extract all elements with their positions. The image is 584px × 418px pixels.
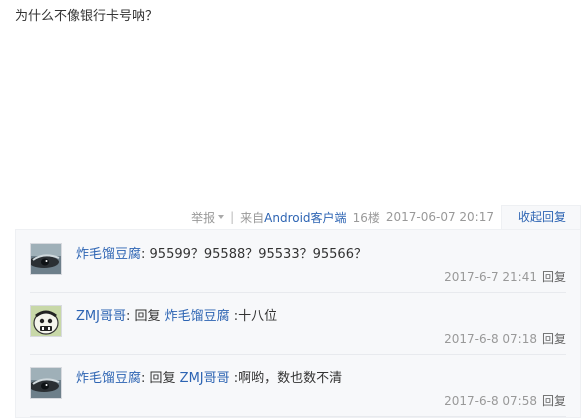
reply-text: 炸毛馏豆腐: 回复 ZMJ哥哥 :啊哟，数也数不清	[76, 370, 342, 388]
reply-button[interactable]: 回复	[542, 270, 566, 284]
reply-button[interactable]: 回复	[542, 394, 566, 408]
post-time: 2017-06-07 20:17	[385, 210, 494, 224]
avatar-eye-icon	[31, 368, 61, 398]
android-client-link[interactable]: Android客户端	[264, 211, 346, 225]
avatar-cartoon-icon	[31, 306, 61, 336]
post-source: 来自Android客户端	[240, 209, 346, 226]
source-prefix: 来自	[240, 210, 265, 225]
reply-username[interactable]: 炸毛馏豆腐	[76, 247, 141, 262]
reply-content: :十八位	[229, 309, 278, 324]
reply-time: 2017-6-8 07:58	[444, 394, 537, 408]
list-item: 炸毛馏豆腐: 95599？95588？95533？95566？ 2017-6-7…	[30, 230, 566, 293]
avatar[interactable]	[30, 305, 62, 337]
reply-meta: 2017-6-8 07:18 回复	[444, 330, 566, 347]
reply-to-word: 回复	[130, 309, 165, 324]
tail-separator: |	[230, 210, 235, 224]
reply-target-username[interactable]: ZMJ哥哥	[180, 371, 230, 386]
avatar[interactable]	[30, 367, 62, 399]
reply-list: 炸毛馏豆腐: 95599？95588？95533？95566？ 2017-6-7…	[15, 229, 581, 418]
reply-username[interactable]: 炸毛馏豆腐	[76, 371, 141, 386]
reply-button[interactable]: 回复	[542, 332, 566, 346]
reply-meta: 2017-6-8 07:58 回复	[444, 392, 566, 409]
report-link[interactable]: 举报	[191, 209, 215, 226]
reply-time: 2017-6-7 21:41	[444, 270, 537, 284]
reply-content: 95599？95588？95533？95566？	[145, 247, 367, 262]
floor-number: 16楼	[352, 210, 380, 225]
reply-meta: 2017-6-7 21:41 回复	[444, 268, 566, 285]
reply-text: ZMJ哥哥: 回复 炸毛馏豆腐 :十八位	[76, 308, 277, 326]
post-content: 为什么不像银行卡号呐？	[15, 9, 159, 24]
report-dropdown-icon[interactable]	[218, 215, 225, 219]
reply-to-word: 回复	[145, 371, 180, 386]
list-item: 炸毛馏豆腐: 回复 ZMJ哥哥 :啊哟，数也数不清 2017-6-8 07:58…	[30, 354, 566, 417]
reply-time: 2017-6-8 07:18	[444, 332, 537, 346]
list-item: ZMJ哥哥: 回复 炸毛馏豆腐 :十八位 2017-6-8 07:18 回复	[30, 292, 566, 355]
reply-text: 炸毛馏豆腐: 95599？95588？95533？95566？	[76, 246, 367, 264]
collapse-replies-button[interactable]: 收起回复	[500, 205, 581, 229]
reply-target-username[interactable]: 炸毛馏豆腐	[165, 309, 230, 324]
reply-content: :啊哟，数也数不清	[229, 371, 343, 386]
reply-username[interactable]: ZMJ哥哥	[76, 309, 126, 324]
avatar-eye-icon	[31, 244, 61, 274]
avatar[interactable]	[30, 243, 62, 275]
post-tail-bar: 举报 | 来自Android客户端 16楼 2017-06-07 20:17 收…	[0, 205, 584, 229]
